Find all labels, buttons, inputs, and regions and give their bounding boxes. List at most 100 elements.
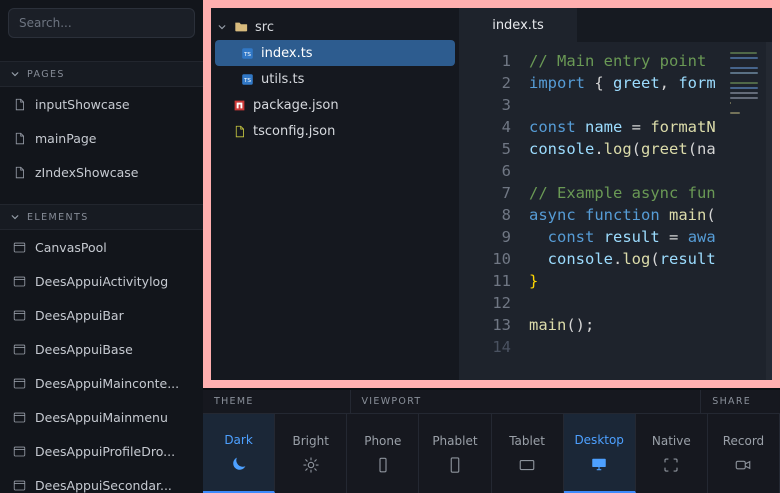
- code-line: 13main();: [459, 314, 772, 336]
- dark-button[interactable]: Dark: [203, 414, 275, 493]
- sidebar-item-label: DeesAppuiSecondar...: [35, 478, 172, 493]
- sidebar-item-canvaspool[interactable]: CanvasPool: [0, 230, 203, 264]
- ts-icon: TS: [241, 73, 254, 86]
- line-number: 3: [459, 94, 511, 116]
- element-icon: [13, 309, 26, 322]
- tree-row-label: package.json: [253, 98, 339, 113]
- code-line: 14: [459, 336, 772, 358]
- toolbar-button-label: Dark: [224, 433, 252, 447]
- toolbar-button-label: Record: [723, 434, 764, 448]
- phone-icon: [374, 456, 392, 474]
- line-number: 6: [459, 160, 511, 182]
- record-button[interactable]: Record: [708, 414, 780, 493]
- chevron-down-icon: [217, 22, 227, 32]
- line-text: async function main(: [529, 204, 716, 226]
- tree-row-label: index.ts: [261, 46, 313, 61]
- code-area[interactable]: 1// Main entry point2import { greet, for…: [459, 42, 772, 380]
- sidebar-item-deesappuiactivitylog[interactable]: DeesAppuiActivitylog: [0, 264, 203, 298]
- tablet-button[interactable]: Tablet: [492, 414, 564, 493]
- line-text: console.log(greet(na: [529, 138, 716, 160]
- tree-row-tsconfig-json[interactable]: tsconfig.json: [211, 118, 459, 144]
- search-input[interactable]: [8, 8, 195, 38]
- sidebar-item-deesappuibar[interactable]: DeesAppuiBar: [0, 298, 203, 332]
- tree-row-utils-ts[interactable]: TS utils.ts: [211, 66, 459, 92]
- editor-scrollbar[interactable]: [766, 42, 772, 380]
- tree-row-src[interactable]: src: [211, 14, 459, 40]
- tree-row-label: utils.ts: [261, 72, 304, 87]
- toolbar-group-label-text: SHARE: [712, 396, 751, 407]
- phablet-icon: [446, 456, 464, 474]
- line-number: 12: [459, 292, 511, 314]
- sidebar-item-label: DeesAppuiBar: [35, 308, 124, 323]
- line-number: 14: [459, 336, 511, 358]
- ts-icon: TS: [241, 47, 254, 60]
- sidebar-item-mainpage[interactable]: mainPage: [0, 121, 203, 155]
- toolbar-buttons: Dark Bright Phone Phablet Tablet Desktop Nativ…: [203, 414, 780, 493]
- toolbar-group-label-viewport: VIEWPORT: [351, 390, 702, 413]
- page-icon: [13, 166, 26, 179]
- code-line: 2import { greet, form: [459, 72, 772, 94]
- tree-row-label: tsconfig.json: [253, 124, 335, 139]
- page-icon: [13, 132, 26, 145]
- toolbar-button-label: Native: [652, 434, 691, 448]
- sidebar: PAGES inputShowcase mainPage zIndexShowcase…: [0, 0, 203, 493]
- sidebar-item-deesappuimainconte[interactable]: DeesAppuiMainconte...: [0, 366, 203, 400]
- tree-row-index-ts[interactable]: TS index.ts: [215, 40, 455, 66]
- line-number: 11: [459, 270, 511, 292]
- record-icon: [734, 456, 752, 474]
- sidebar-sections: PAGES inputShowcase mainPage zIndexShowcase…: [0, 61, 203, 493]
- native-button[interactable]: Native: [636, 414, 708, 493]
- sidebar-item-label: DeesAppuiActivitylog: [35, 274, 168, 289]
- element-icon: [13, 241, 26, 254]
- toolbar-button-label: Tablet: [509, 434, 545, 448]
- bright-button[interactable]: Bright: [275, 414, 347, 493]
- npm-icon: [233, 99, 246, 112]
- sidebar-item-deesappuibase[interactable]: DeesAppuiBase: [0, 332, 203, 366]
- toolbar-group-label-theme: THEME: [203, 390, 351, 413]
- desktop-button[interactable]: Desktop: [564, 414, 636, 493]
- code-editor-component: srcTSindex.tsTSutils.tspackage.jsontscon…: [211, 8, 772, 380]
- section-header-elements[interactable]: ELEMENTS: [0, 204, 203, 230]
- page-icon: [13, 98, 26, 111]
- sidebar-item-deesappuiprofiledro[interactable]: DeesAppuiProfileDro...: [0, 434, 203, 468]
- line-number: 5: [459, 138, 511, 160]
- element-icon: [13, 445, 26, 458]
- sidebar-item-label: DeesAppuiMainmenu: [35, 410, 168, 425]
- folder-icon: [234, 20, 248, 34]
- code-line: 7// Example async fun: [459, 182, 772, 204]
- section-header-pages[interactable]: PAGES: [0, 61, 203, 87]
- line-number: 9: [459, 226, 511, 248]
- sidebar-item-zindexshowcase[interactable]: zIndexShowcase: [0, 155, 203, 189]
- phablet-button[interactable]: Phablet: [419, 414, 491, 493]
- code-line: 9 const result = awa: [459, 226, 772, 248]
- editor: index.ts 1// Main entry point2import { g…: [459, 8, 772, 380]
- tree-row-package-json[interactable]: package.json: [211, 92, 459, 118]
- file-tree: srcTSindex.tsTSutils.tspackage.jsontscon…: [211, 8, 459, 380]
- tree-row-label: src: [255, 20, 274, 35]
- phone-button[interactable]: Phone: [347, 414, 419, 493]
- desktop-icon: [589, 455, 609, 473]
- line-text: const result = awa: [529, 226, 716, 248]
- sidebar-item-deesappuimainmenu[interactable]: DeesAppuiMainmenu: [0, 400, 203, 434]
- json-icon: [233, 125, 246, 138]
- sidebar-item-label: CanvasPool: [35, 240, 107, 255]
- code-line: 1// Main entry point: [459, 50, 772, 72]
- editor-tab-index-ts[interactable]: index.ts: [459, 8, 577, 42]
- toolbar-button-label: Phone: [364, 434, 401, 448]
- toolbar-button-label: Bright: [292, 434, 328, 448]
- toolbar-labels: THEMEVIEWPORT SHARE: [203, 390, 780, 414]
- line-text: // Main entry point: [529, 50, 706, 72]
- svg-text:TS: TS: [243, 77, 251, 83]
- sidebar-item-deesappuisecondar[interactable]: DeesAppuiSecondar...: [0, 468, 203, 493]
- line-text: }: [529, 270, 538, 292]
- sidebar-item-label: inputShowcase: [35, 97, 130, 112]
- code-line: 12: [459, 292, 772, 314]
- sidebar-item-inputshowcase[interactable]: inputShowcase: [0, 87, 203, 121]
- section-label: PAGES: [27, 69, 65, 80]
- toolbar-group-label-share: SHARE: [701, 390, 780, 413]
- sidebar-item-label: zIndexShowcase: [35, 165, 138, 180]
- element-icon: [13, 343, 26, 356]
- main-area: srcTSindex.tsTSutils.tspackage.jsontscon…: [203, 0, 780, 493]
- line-text: // Example async fun: [529, 182, 716, 204]
- toolbar-group-theme: Dark Bright: [203, 414, 347, 493]
